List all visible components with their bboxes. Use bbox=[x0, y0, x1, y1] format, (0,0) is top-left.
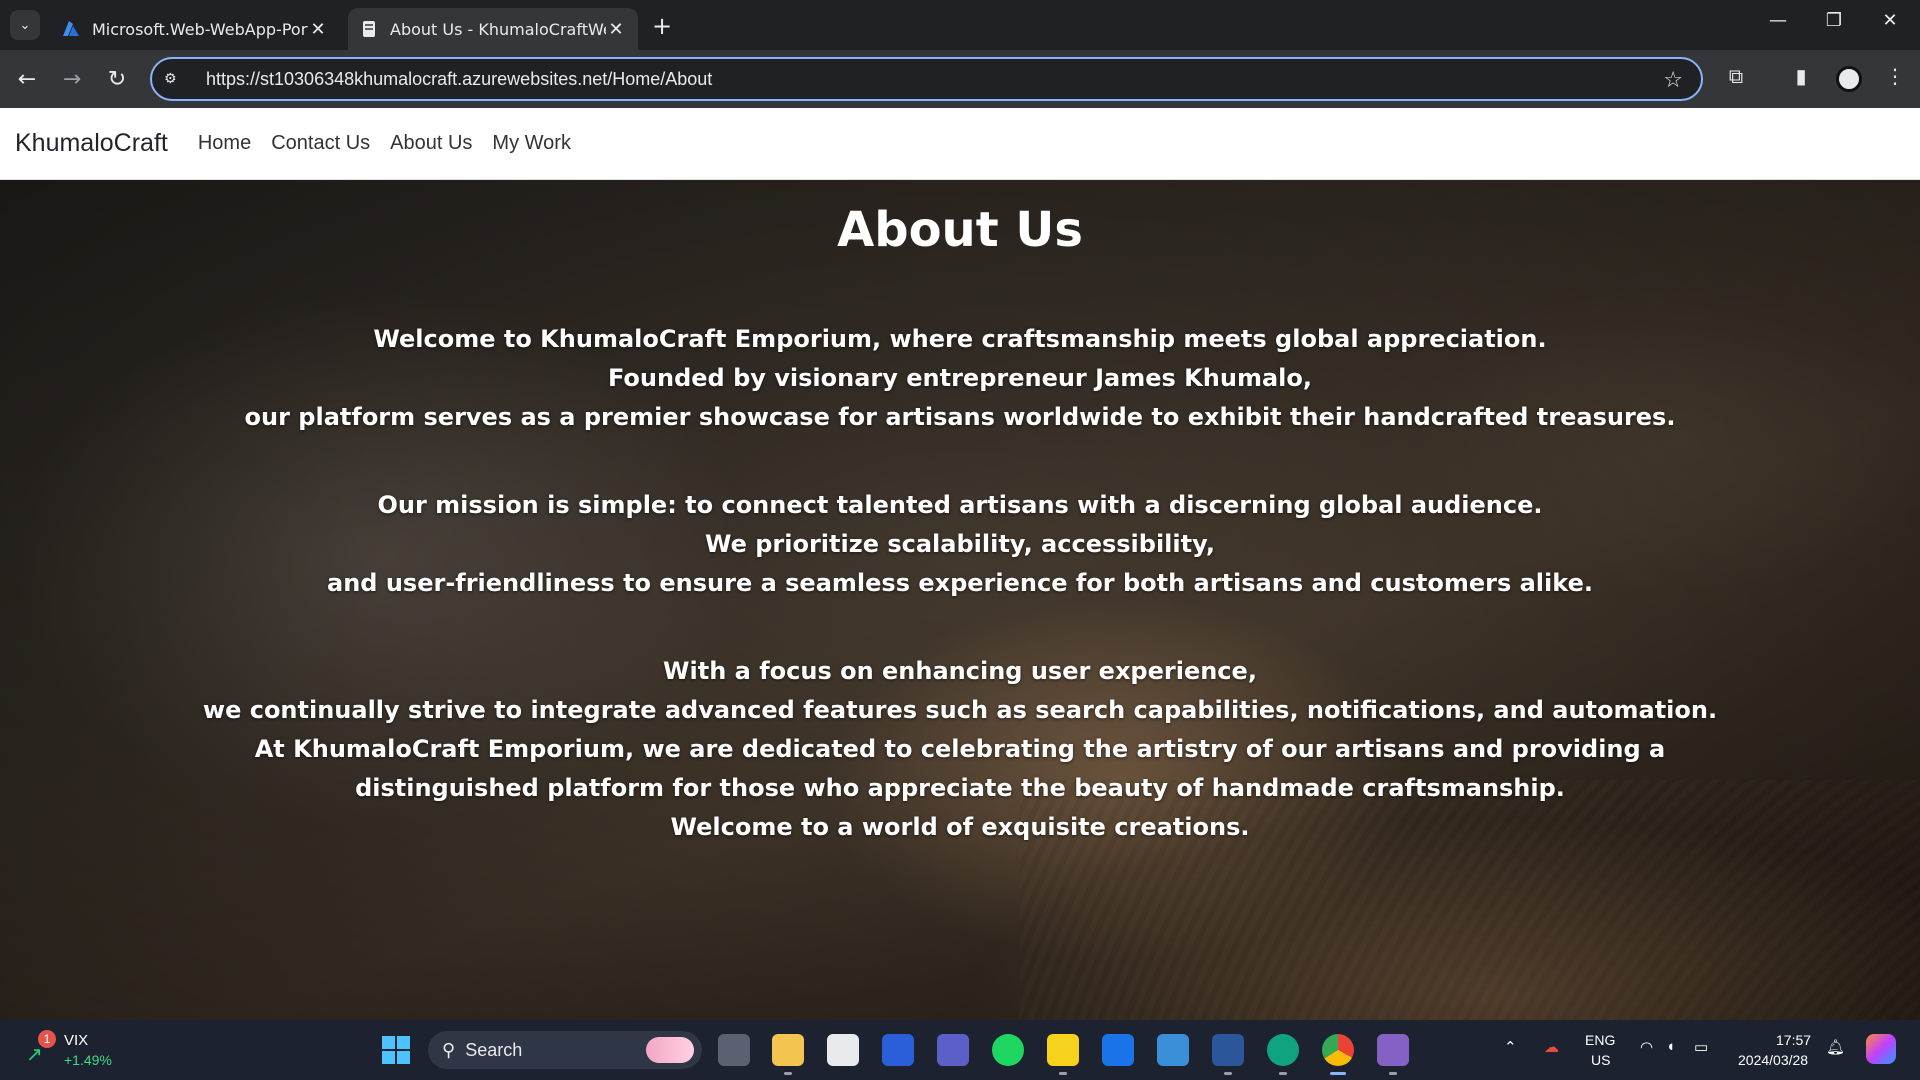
nav-link-my-work[interactable]: My Work bbox=[492, 132, 571, 155]
site-navbar: KhumaloCraft Home Contact Us About Us My… bbox=[0, 108, 1920, 180]
about-content: About Us Welcome to KhumaloCraft Emporiu… bbox=[0, 180, 1920, 847]
edge-icon[interactable] bbox=[1267, 1034, 1299, 1066]
text-line: We prioritize scalability, accessibility… bbox=[704, 529, 1215, 558]
start-button[interactable] bbox=[382, 1036, 410, 1064]
visual-studio-icon[interactable] bbox=[1377, 1034, 1409, 1066]
azure-logo-icon bbox=[63, 21, 79, 36]
text-line: With a focus on enhancing user experienc… bbox=[663, 656, 1257, 685]
new-tab-button[interactable]: + bbox=[652, 12, 672, 40]
browser-toolbar: ← → ↻ ⚙ https://st10306348khumalocraft.a… bbox=[0, 50, 1920, 108]
text-line: Welcome to KhumaloCraft Emporium, where … bbox=[373, 324, 1547, 353]
outlook-icon[interactable] bbox=[1102, 1034, 1134, 1066]
notification-bell-icon[interactable]: 🔔︎ bbox=[1826, 1038, 1845, 1056]
url-text[interactable]: https://st10306348khumalocraft.azurewebs… bbox=[206, 69, 712, 90]
reload-icon: ↻ bbox=[107, 66, 127, 92]
about-paragraph-mission: Our mission is simple: to connect talent… bbox=[0, 486, 1920, 603]
sticky-notes-icon[interactable] bbox=[1047, 1034, 1079, 1066]
menu-button[interactable]: ⋮ bbox=[1880, 64, 1910, 88]
restore-button[interactable]: ❐ bbox=[1814, 10, 1854, 31]
spotify-icon[interactable] bbox=[992, 1034, 1024, 1066]
search-label: Search bbox=[465, 1039, 523, 1060]
clock-time[interactable]: 17:57 bbox=[1776, 1032, 1811, 1048]
address-bar[interactable]: ⚙ https://st10306348khumalocraft.azurewe… bbox=[150, 57, 1703, 101]
language-bottom[interactable]: US bbox=[1591, 1052, 1610, 1068]
notification-badge: 1 bbox=[38, 1030, 56, 1048]
side-panel-icon: ▮ bbox=[1795, 64, 1807, 88]
forward-button[interactable]: → bbox=[57, 64, 87, 94]
stock-widget[interactable]: ↗ 1 VIX +1.49% bbox=[22, 1030, 122, 1070]
tab-title: About Us - KhumaloCraftWebA bbox=[390, 19, 606, 39]
search-highlight-icon bbox=[646, 1037, 694, 1063]
notepad-icon[interactable] bbox=[1157, 1034, 1189, 1066]
widget-change: +1.49% bbox=[64, 1052, 112, 1068]
puzzle-icon: ⧉ bbox=[1728, 64, 1744, 88]
volume-icon[interactable]: ◖ bbox=[1666, 1038, 1675, 1055]
chevron-up-icon[interactable]: ⌃ bbox=[1504, 1038, 1517, 1056]
nav-link-about-us[interactable]: About Us bbox=[390, 132, 472, 155]
star-icon[interactable]: ☆ bbox=[1663, 68, 1683, 93]
word-icon[interactable] bbox=[1212, 1034, 1244, 1066]
minimize-icon: — bbox=[1769, 10, 1787, 31]
language-top[interactable]: ENG bbox=[1585, 1032, 1615, 1048]
side-panel-button[interactable]: ▮ bbox=[1786, 64, 1816, 88]
powerapps-icon[interactable] bbox=[882, 1034, 914, 1066]
about-paragraph-intro: Welcome to KhumaloCraft Emporium, where … bbox=[0, 320, 1920, 437]
nav-link-home[interactable]: Home bbox=[198, 132, 251, 155]
windows-logo-icon bbox=[382, 1036, 395, 1049]
text-line: our platform serves as a premier showcas… bbox=[244, 402, 1676, 431]
kebab-menu-icon: ⋮ bbox=[1885, 64, 1905, 88]
close-icon[interactable]: ✕ bbox=[606, 19, 626, 40]
chrome-icon[interactable] bbox=[1322, 1034, 1354, 1066]
tab-title: Microsoft.Web-WebApp-Portal bbox=[92, 19, 308, 39]
text-line: we continually strive to integrate advan… bbox=[202, 695, 1718, 724]
microsoft-store-icon[interactable] bbox=[827, 1034, 859, 1066]
close-window-button[interactable]: ✕ bbox=[1870, 10, 1910, 31]
copilot-icon[interactable] bbox=[1866, 1034, 1896, 1064]
battery-icon[interactable]: ▭ bbox=[1694, 1038, 1708, 1056]
taskbar-search[interactable]: ⚲ Search bbox=[428, 1031, 702, 1069]
back-button[interactable]: ← bbox=[12, 64, 42, 94]
clock-date[interactable]: 2024/03/28 bbox=[1738, 1052, 1808, 1068]
about-hero-section: About Us Welcome to KhumaloCraft Emporiu… bbox=[0, 180, 1920, 1020]
page-icon bbox=[363, 21, 375, 37]
restore-icon: ❐ bbox=[1825, 10, 1843, 31]
wifi-icon[interactable]: ◠ bbox=[1640, 1038, 1653, 1056]
text-line: At KhumaloCraft Emporium, we are dedicat… bbox=[254, 734, 1666, 763]
site-brand[interactable]: KhumaloCraft bbox=[15, 129, 168, 158]
extensions-button[interactable]: ⧉ bbox=[1721, 64, 1751, 88]
minimize-button[interactable]: — bbox=[1758, 10, 1798, 31]
profile-avatar[interactable] bbox=[1836, 66, 1862, 92]
tune-icon[interactable]: ⚙ bbox=[164, 71, 188, 87]
chevron-down-icon: ⌄ bbox=[19, 17, 31, 33]
text-line: and user-friendliness to ensure a seamle… bbox=[327, 568, 1593, 597]
plus-icon: + bbox=[652, 12, 673, 40]
task-view-icon[interactable] bbox=[718, 1034, 750, 1066]
text-line: Welcome to a world of exquisite creation… bbox=[670, 812, 1250, 841]
text-line: Founded by visionary entrepreneur James … bbox=[608, 363, 1312, 392]
close-icon: ✕ bbox=[1882, 10, 1898, 31]
forward-arrow-icon: → bbox=[62, 66, 82, 92]
page-title: About Us bbox=[837, 202, 1083, 258]
about-paragraph-features: With a focus on enhancing user experienc… bbox=[0, 652, 1920, 847]
reload-button[interactable]: ↻ bbox=[102, 64, 132, 94]
close-icon[interactable]: ✕ bbox=[308, 19, 328, 40]
onedrive-error-icon[interactable]: ☁ bbox=[1544, 1038, 1559, 1056]
browser-tabstrip: ⌄ Microsoft.Web-WebApp-Portal ✕ About Us… bbox=[0, 0, 1920, 50]
text-line: distinguished platform for those who app… bbox=[355, 773, 1565, 802]
widget-ticker: VIX bbox=[64, 1032, 89, 1049]
tab-azure-portal[interactable]: Microsoft.Web-WebApp-Portal ✕ bbox=[50, 8, 340, 50]
back-arrow-icon: ← bbox=[17, 66, 37, 92]
windows-taskbar: ↗ 1 VIX +1.49% ⚲ Search ⌃ ☁ ENG US ◠ ◖ ▭… bbox=[0, 1020, 1920, 1080]
search-icon: ⚲ bbox=[442, 1039, 456, 1060]
nav-link-contact-us[interactable]: Contact Us bbox=[271, 132, 370, 155]
file-explorer-icon[interactable] bbox=[772, 1034, 804, 1066]
tab-about-us[interactable]: About Us - KhumaloCraftWebA ✕ bbox=[348, 8, 638, 50]
tab-search-button[interactable]: ⌄ bbox=[10, 10, 40, 40]
text-line: Our mission is simple: to connect talent… bbox=[377, 490, 1543, 519]
teams-icon[interactable] bbox=[937, 1034, 969, 1066]
